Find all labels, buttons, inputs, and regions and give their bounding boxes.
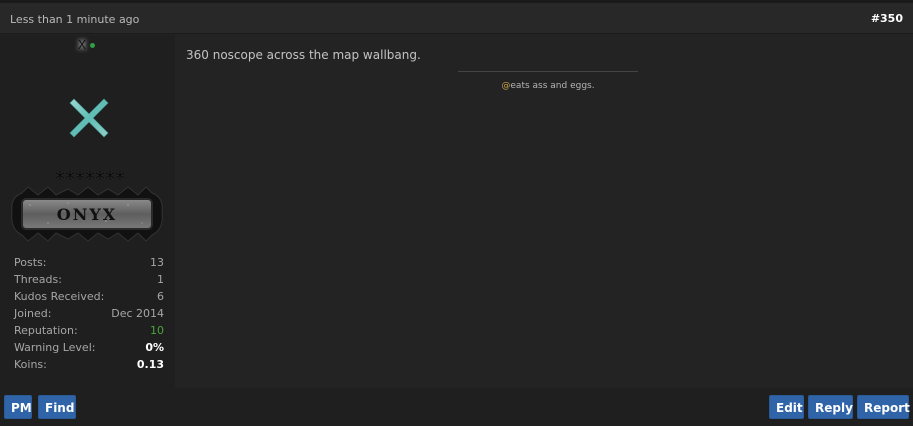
reply-button[interactable]: Reply — [808, 395, 853, 419]
stat-value: 13 — [150, 256, 164, 269]
stat-label: Posts: — [14, 256, 47, 269]
report-button[interactable]: Report — [857, 395, 910, 419]
stat-value: 6 — [157, 290, 164, 303]
online-status-icon — [90, 43, 96, 48]
stat-row-threads: Threads: 1 — [14, 271, 164, 288]
reputation-value-link[interactable]: 10 — [150, 324, 164, 337]
stat-row-kudos: Kudos Received: 6 — [14, 288, 164, 305]
user-info-panel: X ******* ONYX Posts: 13 Threads: 1 Kudo… — [0, 35, 175, 388]
post-footer: PM Find Edit Reply Report — [0, 388, 913, 426]
rank-banner-image: ONYX — [11, 186, 163, 242]
stat-value: Dec 2014 — [111, 307, 164, 320]
stat-label: Threads: — [14, 273, 62, 286]
stat-label: Warning Level: — [14, 341, 96, 354]
stat-value: 0% — [145, 341, 164, 354]
post-number-link[interactable]: #350 — [871, 12, 903, 25]
username-link[interactable]: X — [75, 38, 89, 52]
stat-row-warning: Warning Level: 0% — [14, 339, 164, 356]
post-timestamp: Less than 1 minute ago — [10, 13, 140, 26]
stat-label: Reputation: — [14, 324, 78, 337]
user-stats: Posts: 13 Threads: 1 Kudos Received: 6 J… — [14, 254, 164, 373]
stat-label: Kudos Received: — [14, 290, 105, 303]
avatar[interactable] — [64, 93, 114, 143]
stat-value: 1 — [157, 273, 164, 286]
stat-label: Koins: — [14, 358, 47, 371]
stat-label: Joined: — [14, 307, 52, 320]
post-header: Less than 1 minute ago #350 — [0, 3, 913, 34]
pm-button[interactable]: PM — [4, 395, 32, 419]
stat-row-joined: Joined: Dec 2014 — [14, 305, 164, 322]
stat-value: 0.13 — [136, 358, 164, 371]
stat-row-reputation: Reputation: 10 — [14, 322, 164, 339]
username-row: X — [0, 38, 170, 52]
stat-row-posts: Posts: 13 — [14, 254, 164, 271]
post-message: 360 noscope across the map wallbang. — [186, 48, 421, 62]
signature: @eats ass and eggs. — [458, 81, 638, 91]
signature-text: eats ass and eggs. — [510, 81, 595, 91]
edit-button[interactable]: Edit — [769, 395, 804, 419]
rank-name-text: ONYX — [57, 205, 117, 224]
signature-divider — [458, 71, 638, 72]
stat-row-koins: Koins: 0.13 — [14, 356, 164, 373]
find-button[interactable]: Find — [38, 395, 76, 419]
